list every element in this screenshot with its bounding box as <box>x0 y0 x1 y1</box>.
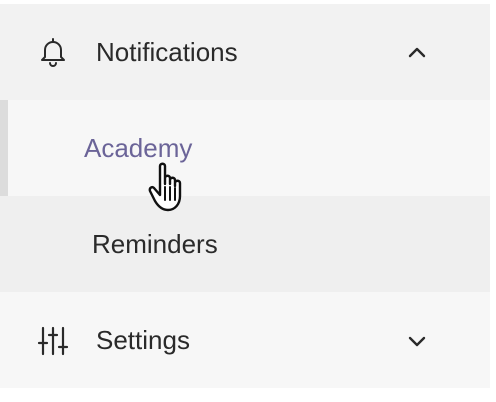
sliders-icon <box>36 324 70 358</box>
sidebar-item-reminders-label: Reminders <box>92 229 218 259</box>
sidebar-panel: Notifications Academy Reminders Settings <box>0 0 490 402</box>
chevron-up-icon[interactable] <box>404 40 430 66</box>
sidebar-item-academy-label: Academy <box>84 133 193 163</box>
notifications-label: Notifications <box>96 37 238 67</box>
settings-label: Settings <box>96 325 190 355</box>
settings-section-header[interactable]: Settings <box>0 292 490 388</box>
sidebar-item-reminders[interactable]: Reminders <box>0 196 490 292</box>
notifications-section-header[interactable]: Notifications <box>0 4 490 100</box>
bell-icon <box>36 35 70 69</box>
sidebar-item-academy[interactable]: Academy <box>0 100 490 196</box>
chevron-down-icon[interactable] <box>404 328 430 354</box>
active-indicator <box>0 100 8 196</box>
